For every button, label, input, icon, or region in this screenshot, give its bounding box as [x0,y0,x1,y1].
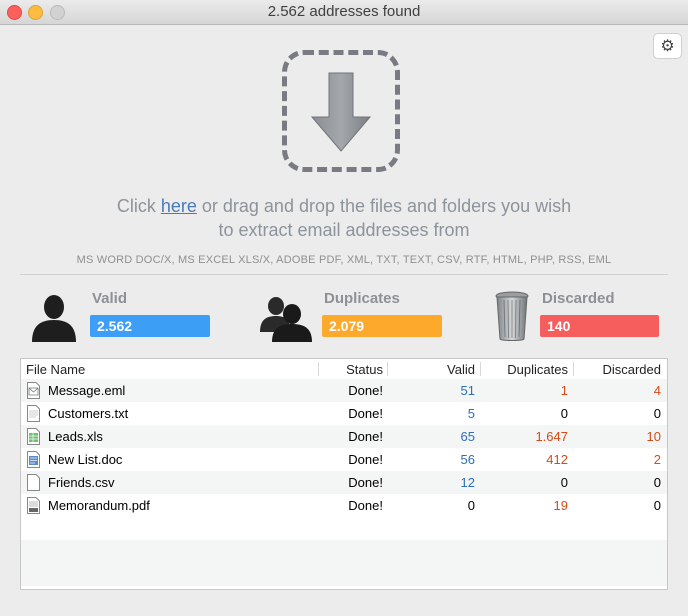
settings-button[interactable]: ⚙ [653,33,682,59]
csv-file-icon [27,474,40,491]
duplicates-value: 19 [553,498,568,513]
discarded-value: 10 [646,429,661,444]
window-title: 2.562 addresses found [267,3,421,20]
discarded-value: 0 [653,406,661,421]
email-file-icon [27,382,40,399]
divider [20,274,668,275]
valid-value: 5 [467,406,475,421]
duplicates-value: 0 [560,406,568,421]
file-name: New List.doc [48,452,123,467]
valid-value: 56 [460,452,475,467]
person-icon [32,295,76,342]
download-arrow-icon [310,72,372,152]
file-name: Memorandum.pdf [48,498,150,513]
header-file-name[interactable]: File Name [26,362,85,377]
file-name: Leads.xls [48,429,103,444]
status-value: Done! [348,452,383,467]
instruction-prefix: Click [116,196,161,216]
drop-instructions-line2: to extract email addresses from [218,220,470,240]
header-divider [573,362,574,376]
valid-label: Valid [92,290,128,307]
text-file-icon [27,405,40,422]
word-file-icon [27,451,40,468]
discarded-value: 4 [653,383,661,398]
table-row[interactable]: Memorandum.pdf Done! 0 19 0 [21,494,667,517]
supported-formats: MS WORD DOC/X, MS EXCEL XLS/X, ADOBE PDF… [76,254,612,266]
status-value: Done! [348,406,383,421]
valid-count-badge: 2.562 [90,315,210,337]
table-header: File Name Status Valid Duplicates Discar… [21,359,667,380]
discarded-value: 0 [653,498,661,513]
header-duplicates[interactable]: Duplicates [507,362,568,377]
instruction-suffix: or drag and drop the files and folders y… [196,196,572,216]
trash-icon [495,291,529,341]
status-value: Done! [348,383,383,398]
discarded-value: 0 [653,475,661,490]
table-row[interactable]: New List.doc Done! 56 412 2 [21,448,667,471]
duplicates-value: 1 [560,383,568,398]
duplicates-value: 1.647 [535,429,568,444]
table-row[interactable]: Friends.csv Done! 12 0 0 [21,471,667,494]
header-divider [387,362,388,376]
results-table: File Name Status Valid Duplicates Discar… [20,358,668,590]
duplicates-count-badge: 2.079 [322,315,442,337]
duplicates-label: Duplicates [324,290,400,307]
valid-value: 12 [460,475,475,490]
discarded-count-badge: 140 [540,315,659,337]
status-value: Done! [348,475,383,490]
file-name: Customers.txt [48,406,129,421]
valid-value: 51 [460,383,475,398]
drop-instructions: Click here or drag and drop the files an… [20,194,668,218]
header-divider [318,362,319,376]
header-discarded[interactable]: Discarded [602,362,661,377]
empty-row [21,563,667,586]
people-icon [260,297,312,342]
header-valid[interactable]: Valid [447,362,475,377]
header-status[interactable]: Status [346,362,383,377]
empty-row [21,540,667,563]
status-value: Done! [348,498,383,513]
status-value: Done! [348,429,383,444]
file-name: Message.eml [48,383,126,398]
browse-files-link[interactable]: here [161,196,197,216]
title-bar: 2.562 addresses found [0,0,688,25]
file-name: Friends.csv [48,475,115,490]
discarded-label: Discarded [542,290,615,307]
valid-value: 0 [467,498,475,513]
duplicates-value: 412 [546,452,568,467]
duplicates-value: 0 [560,475,568,490]
table-row[interactable]: Leads.xls Done! 65 1.647 10 [21,425,667,448]
header-divider [480,362,481,376]
table-row[interactable]: Message.eml Done! 51 1 4 [21,379,667,402]
valid-value: 65 [460,429,475,444]
drop-zone[interactable] [282,50,400,172]
pdf-file-icon [27,497,40,514]
table-row[interactable]: Customers.txt Done! 5 0 0 [21,402,667,425]
discarded-value: 2 [653,452,661,467]
gear-icon: ⚙ [660,38,675,55]
spreadsheet-file-icon [27,428,40,445]
